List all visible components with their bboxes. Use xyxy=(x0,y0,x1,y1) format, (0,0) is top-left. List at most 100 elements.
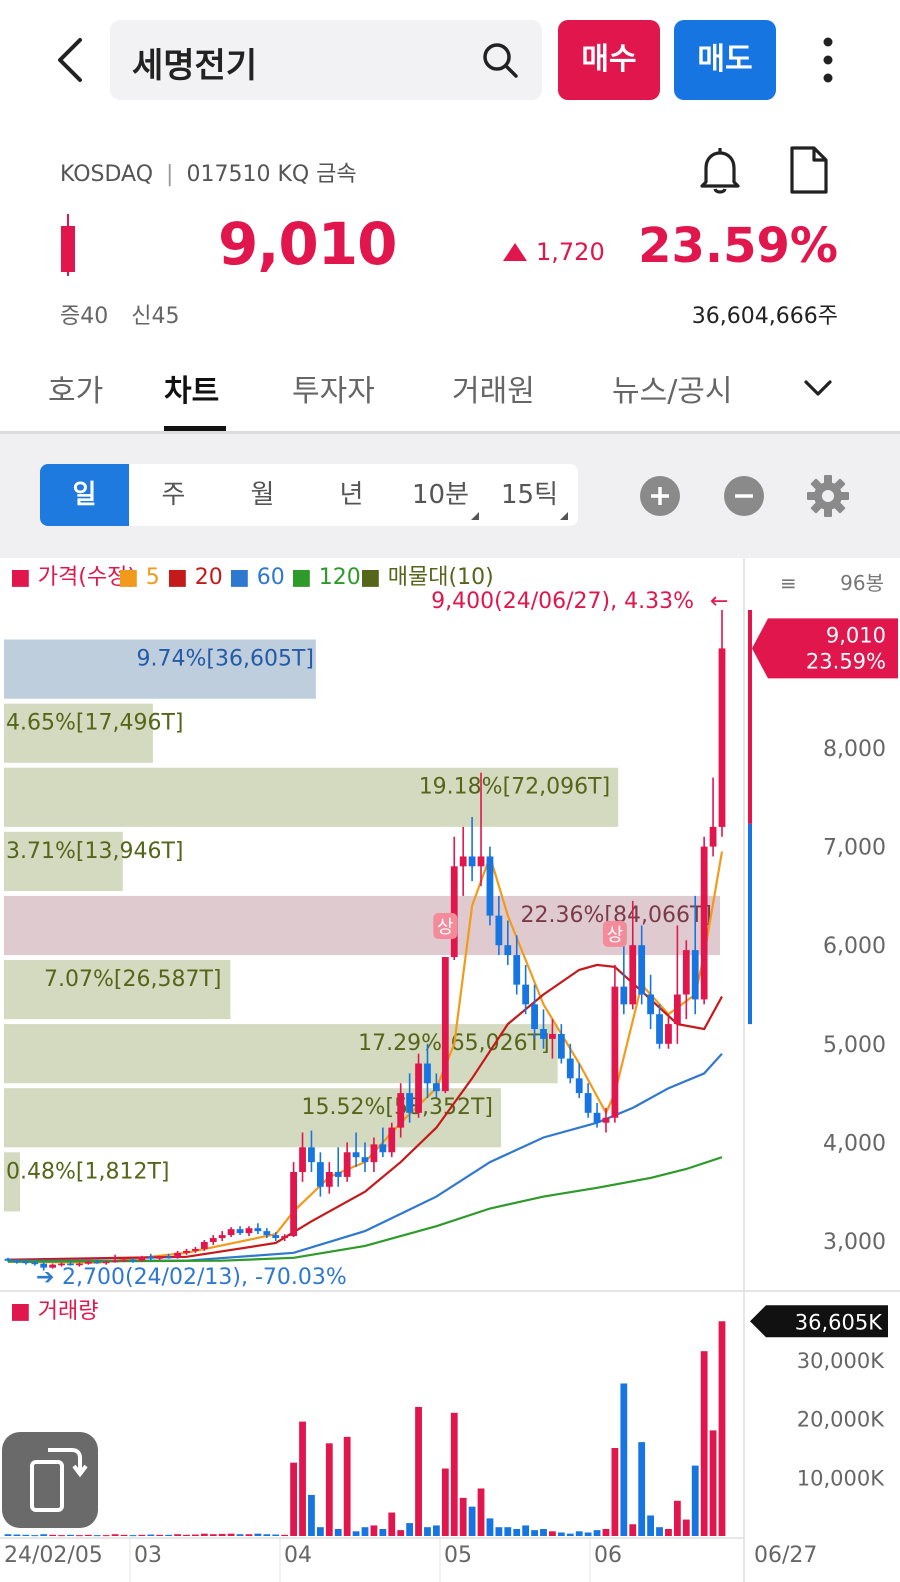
candle-body xyxy=(120,1259,128,1262)
candle-body xyxy=(549,1033,556,1039)
period-toolbar: 일 주 월 년 10분 15틱 xyxy=(0,434,900,558)
volume-bar xyxy=(379,1528,387,1536)
top-bar: 세명전기 매수 매도 xyxy=(0,0,900,120)
volume-bar xyxy=(424,1527,431,1536)
current-price-tag-value: 9,010 xyxy=(826,623,886,647)
volume-bar xyxy=(388,1512,396,1536)
volume-bar xyxy=(433,1525,440,1536)
more-vertical-icon[interactable] xyxy=(808,34,848,86)
volume-bar xyxy=(700,1351,708,1536)
candle-body xyxy=(379,1144,387,1153)
volume-profile-label: 4.65%[17,496T] xyxy=(6,711,183,736)
buy-button[interactable]: 매수 xyxy=(558,20,660,100)
candle-body xyxy=(236,1229,244,1234)
current-price: 9,010 xyxy=(218,210,397,278)
volume-bar xyxy=(468,1506,476,1536)
zoom-in-icon[interactable] xyxy=(640,476,680,516)
candle-body xyxy=(388,1127,396,1153)
sell-button[interactable]: 매도 xyxy=(674,20,776,100)
candle-body xyxy=(593,1112,601,1123)
low-annotation: 2,700(24/02/13), -70.03% xyxy=(62,1265,347,1290)
volume-bar xyxy=(49,1534,57,1536)
period-label: 일 xyxy=(72,480,97,510)
volume-profile-label: 15.52%[58,352T] xyxy=(302,1095,493,1120)
tab-orderbook[interactable]: 호가 xyxy=(48,366,103,410)
listed-shares: 36,604,666주 xyxy=(691,304,838,329)
candle-body xyxy=(290,1171,297,1237)
volume-bar xyxy=(218,1533,226,1536)
period-day-button[interactable]: 일 xyxy=(40,464,129,526)
gear-icon[interactable] xyxy=(806,474,850,518)
candle-body xyxy=(682,950,690,995)
volume-bar xyxy=(156,1534,164,1536)
price-chart[interactable]: 9.74%[36,605T] 4.65%[17,496T] 19.18%[72,09… xyxy=(0,558,900,1582)
volume-bar xyxy=(486,1518,494,1536)
tab-bar: 호가 차트 투자자 거래원 뉴스/공시 xyxy=(0,348,900,434)
candle-body xyxy=(477,856,485,867)
chevron-down-icon[interactable] xyxy=(800,370,836,406)
candle-body xyxy=(227,1229,235,1236)
stock-code-line: 017510 KQ 금속 xyxy=(186,162,357,187)
volume-bar xyxy=(549,1531,556,1536)
volume-bar xyxy=(40,1534,48,1536)
zoom-out-icon[interactable] xyxy=(724,476,764,516)
tab-investor[interactable]: 투자자 xyxy=(292,366,375,410)
volume-bar xyxy=(557,1532,565,1536)
document-icon[interactable] xyxy=(786,144,832,196)
candle-body xyxy=(629,945,637,1005)
volume-bar xyxy=(629,1524,637,1536)
period-minute-button[interactable]: 10분 xyxy=(396,464,485,526)
tab-broker[interactable]: 거래원 xyxy=(452,366,535,410)
x-axis-tick-label: 24/02/05 xyxy=(4,1543,103,1568)
period-week-button[interactable]: 주 xyxy=(129,464,218,526)
candle-body xyxy=(361,1157,369,1163)
period-tick-button[interactable]: 15틱 xyxy=(485,464,574,526)
volume-bar xyxy=(129,1535,137,1537)
period-label: 주 xyxy=(161,480,186,510)
volume-bar xyxy=(334,1528,342,1536)
candle-body xyxy=(13,1260,21,1263)
volume-bar xyxy=(647,1515,654,1536)
volume-bar xyxy=(299,1421,306,1536)
volume-bar xyxy=(192,1534,199,1536)
volume-bar xyxy=(540,1528,547,1536)
volume-profile-label: 3.71%[13,946T] xyxy=(6,839,183,864)
bell-icon[interactable] xyxy=(694,144,746,196)
volume-bar xyxy=(245,1534,253,1536)
x-axis-tick-label: 04 xyxy=(284,1543,312,1568)
volume-profile-label: 0.48%[1,812T] xyxy=(6,1159,169,1184)
legend-item: ■ 매물대(10) xyxy=(360,565,494,590)
active-tab-indicator xyxy=(164,426,226,431)
search-input[interactable]: 세명전기 xyxy=(110,20,542,100)
tab-chart[interactable]: 차트 xyxy=(164,366,219,410)
period-year-button[interactable]: 년 xyxy=(307,464,396,526)
period-month-button[interactable]: 월 xyxy=(218,464,307,526)
volume-bar xyxy=(441,1468,449,1536)
volume-bar xyxy=(22,1534,30,1536)
volume-bar xyxy=(602,1528,610,1536)
candle-body xyxy=(174,1252,181,1258)
x-axis-tick-label: 06/27 xyxy=(754,1543,817,1568)
candle-body xyxy=(406,1093,414,1113)
candle-body xyxy=(557,1033,565,1059)
candle-body xyxy=(415,1063,422,1113)
volume-bar xyxy=(236,1534,244,1536)
candle-body xyxy=(450,866,458,958)
market-name: KOSDAQ xyxy=(60,162,154,187)
volume-bar xyxy=(665,1528,672,1536)
screen-rotate-icon[interactable] xyxy=(2,1432,98,1528)
candle-body xyxy=(441,957,449,1092)
high-annotation: 9,400(24/06/27), 4.33% xyxy=(431,589,694,614)
candle-body xyxy=(665,1024,672,1044)
tab-news[interactable]: 뉴스/공시 xyxy=(612,366,733,410)
y-axis-tick-label: 6,000 xyxy=(823,934,886,959)
candle-body xyxy=(647,994,654,1015)
back-arrow-icon[interactable] xyxy=(44,30,100,90)
search-icon[interactable] xyxy=(480,40,520,80)
candle-body xyxy=(316,1162,324,1187)
volume-bar xyxy=(316,1527,324,1536)
volume-bar xyxy=(522,1525,530,1536)
candle-body xyxy=(352,1152,360,1158)
legend-item: ■ 20 xyxy=(167,565,223,590)
period-selector: 일 주 월 년 10분 15틱 xyxy=(40,464,578,526)
